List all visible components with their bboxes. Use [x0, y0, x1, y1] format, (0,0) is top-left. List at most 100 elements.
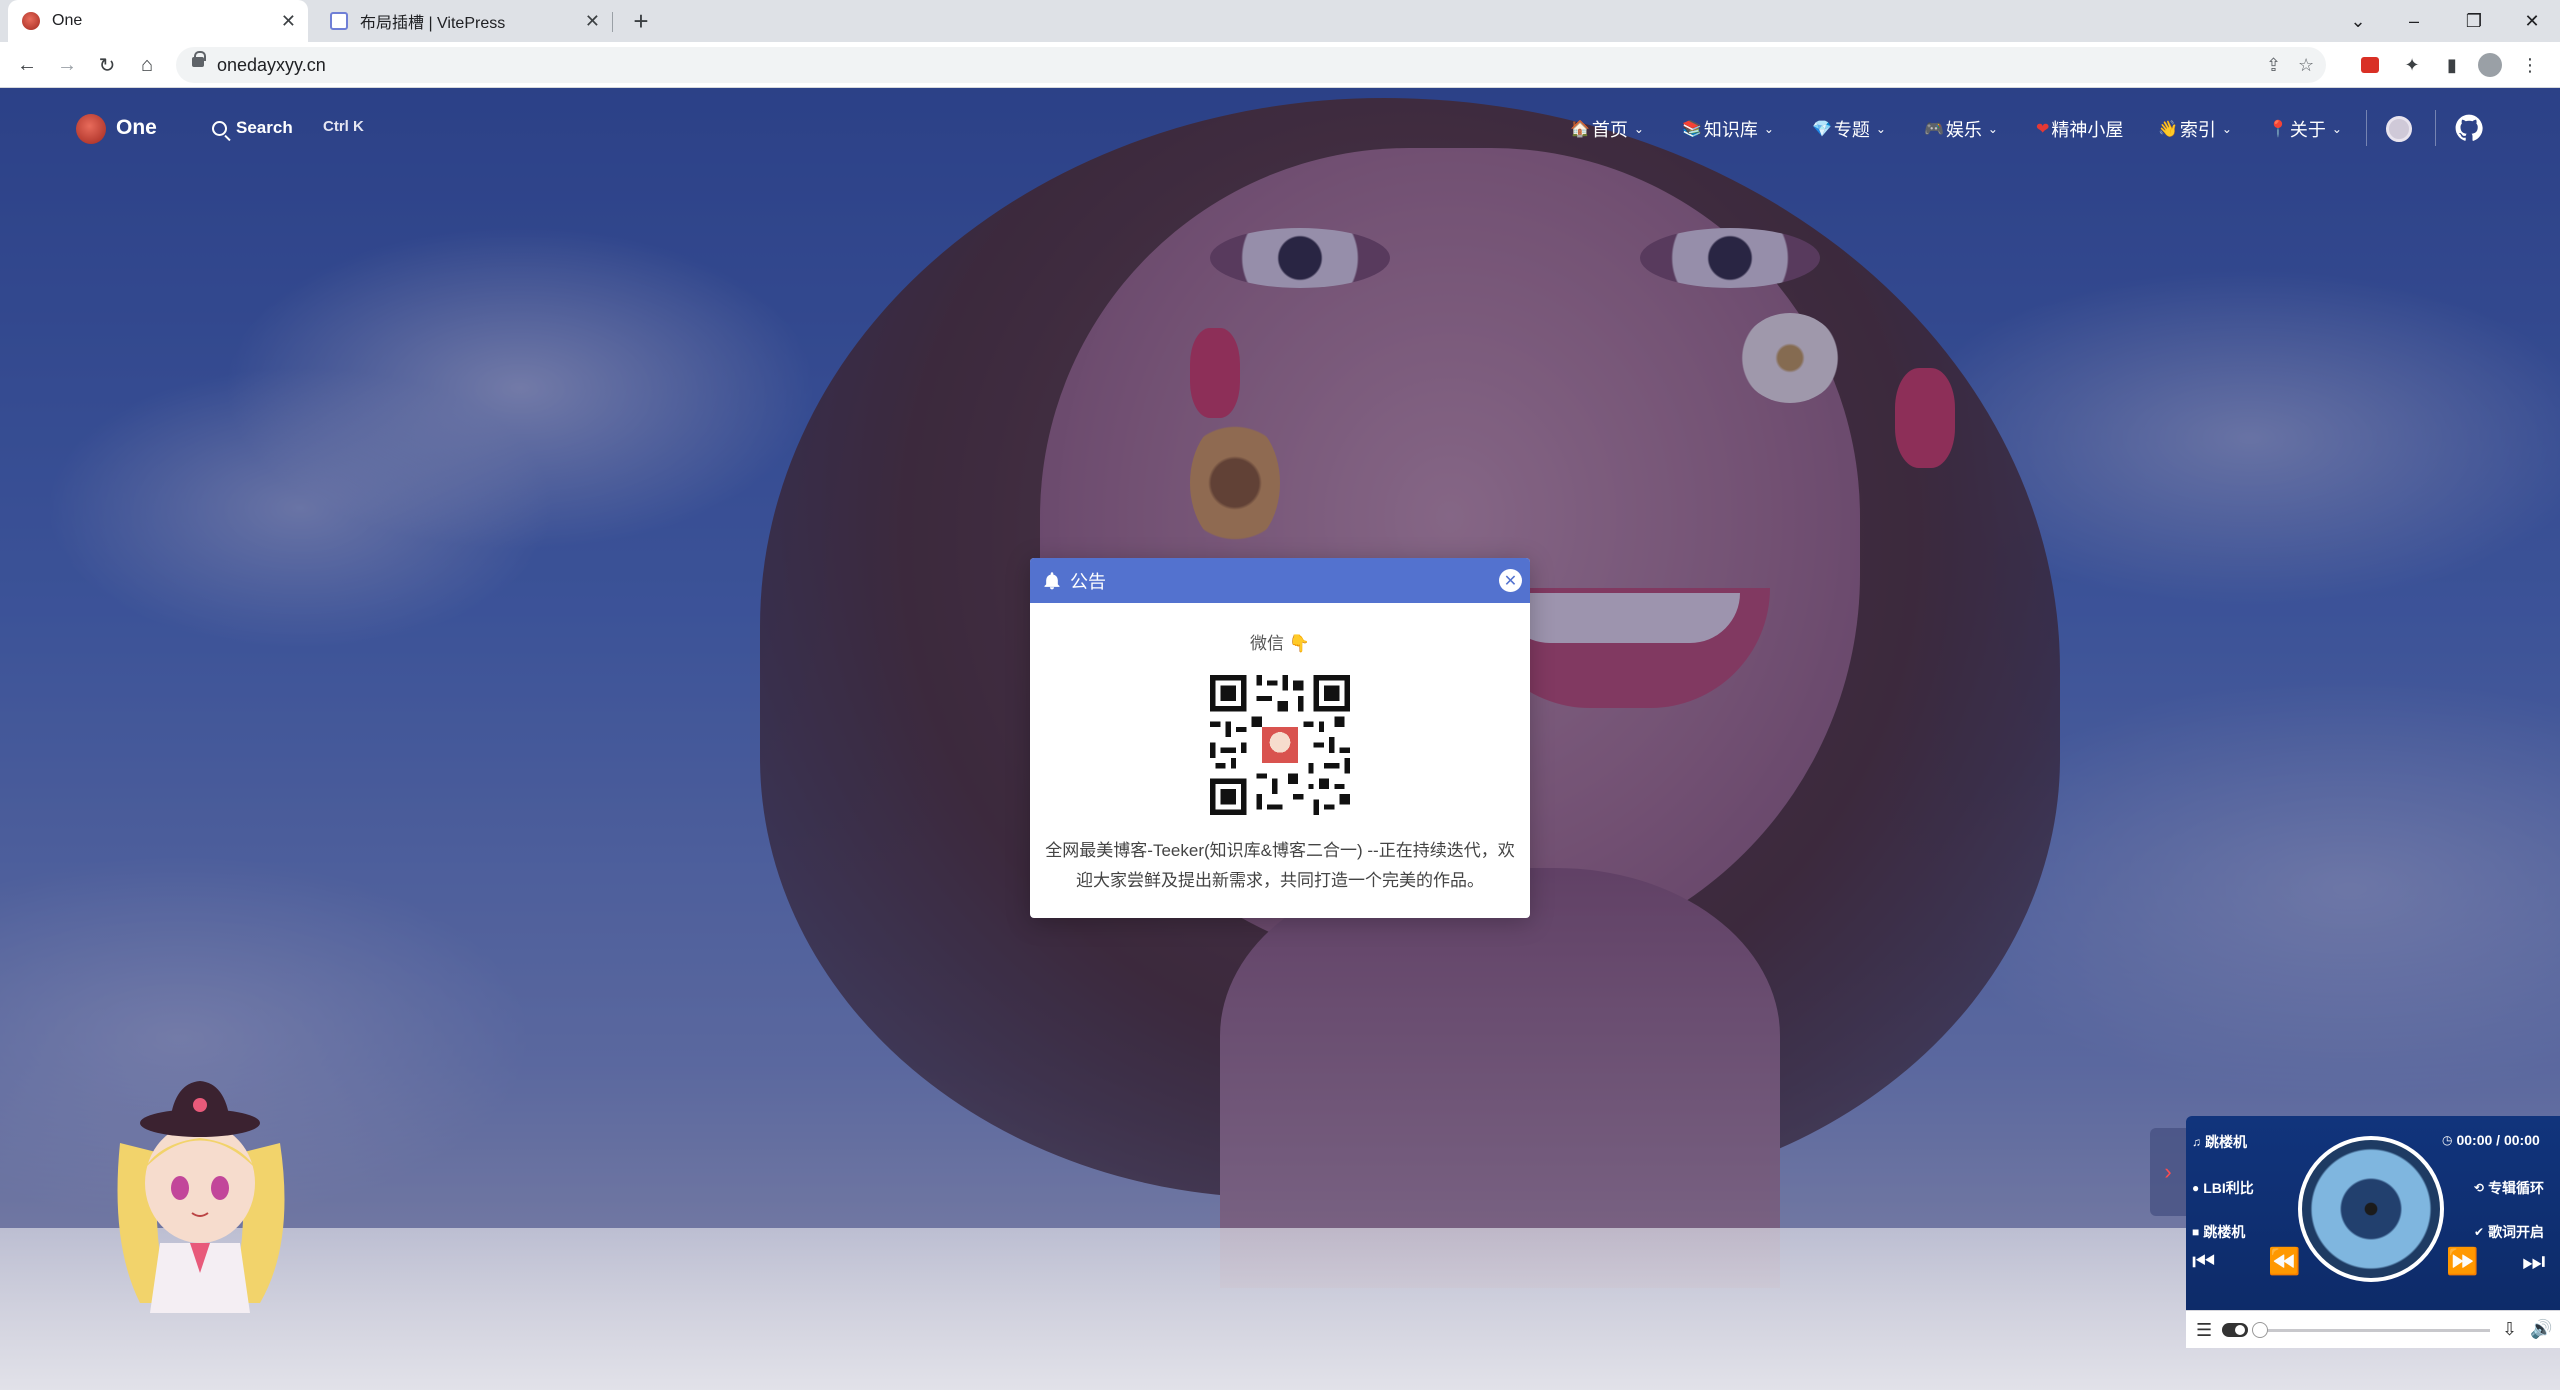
fast-forward-icon[interactable]: ⏩ [2446, 1246, 2478, 1277]
play-time: ◷ 00:00 / 00:00 [2442, 1132, 2540, 1148]
clock-icon: ◷ [2442, 1133, 2453, 1147]
player-collapse-arrow-icon[interactable]: › [2150, 1128, 2186, 1216]
playlist-icon[interactable]: ☰ [2196, 1320, 2212, 1341]
tab-one[interactable]: One ✕ [8, 0, 308, 42]
site-favicon-icon [22, 12, 40, 30]
minimize-button[interactable]: – [2386, 0, 2442, 42]
wechat-qr-code [1205, 670, 1355, 820]
notice-modal: 公告 ✕ 微信 👇 全网最美博客-Teeker(知识库&博客二合一) --正在持… [1030, 558, 1530, 918]
tab-vitepress[interactable]: 布局插槽 | VitePress ✕ [316, 0, 612, 42]
nav-knowledge[interactable]: 📚 知识库 ⌄ [1682, 116, 1774, 142]
pin-icon: 📍 [2268, 121, 2288, 138]
artist-name: ● LBI利比 [2192, 1180, 2254, 1196]
browser-menu-icon[interactable]: ⋮ [2516, 51, 2544, 79]
user-icon: ● [2192, 1181, 2200, 1195]
browser-toolbar: ← → ↻ ⌂ onedayxyy.cn ⇪ ☆ ✦ ▮ ⋮ [0, 42, 2560, 88]
progress-knob[interactable] [2252, 1322, 2268, 1338]
chevron-down-icon: ⌄ [1875, 122, 1886, 136]
chevron-down-icon: ⌄ [1633, 122, 1644, 136]
tab-title: 布局插槽 | VitePress [360, 15, 506, 32]
search-button[interactable]: Search [212, 118, 293, 138]
volume-icon[interactable]: 🔊 [2530, 1319, 2552, 1340]
music-player: ♫ 跳楼机 ● LBI利比 ■ 跳楼机 ◷ 00:00 / 00:00 ⟲ 专辑… [2186, 1116, 2560, 1310]
chevron-down-icon: ⌄ [1987, 122, 1998, 136]
theme-toggle-icon[interactable] [2386, 116, 2412, 142]
game-icon: 🎮 [1924, 121, 1944, 138]
download-icon[interactable]: ⇩ [2502, 1319, 2517, 1340]
forward-icon[interactable]: → [52, 50, 82, 80]
loop-mode-button[interactable]: ⟲ 专辑循环 [2474, 1178, 2544, 1198]
tab-search-icon[interactable]: ⌄ [2330, 0, 2386, 42]
extension-red-icon[interactable] [2356, 51, 2384, 79]
mascot-image[interactable] [100, 1073, 300, 1313]
url-text: onedayxyy.cn [217, 55, 326, 75]
nav-label: 知识库 [1703, 120, 1758, 140]
heart-icon: ❤ [2036, 121, 2050, 138]
bookmark-star-icon[interactable]: ☆ [2298, 55, 2314, 76]
lyrics-toggle[interactable]: ✔ 歌词开启 [2474, 1222, 2544, 1242]
site-title[interactable]: One [116, 116, 157, 140]
player-progress-bar: ☰ ⇩ 🔊 [2186, 1310, 2560, 1348]
share-icon[interactable]: ⇪ [2266, 55, 2281, 76]
browser-tabstrip: One ✕ 布局插槽 | VitePress ✕ + ⌄ – ❐ ✕ [0, 0, 2560, 42]
tab-title: One [52, 12, 83, 29]
search-label: Search [236, 118, 293, 137]
close-icon[interactable]: ✕ [1499, 569, 1522, 592]
nav-label: 精神小屋 [2051, 120, 2124, 140]
progress-track[interactable] [2258, 1329, 2490, 1332]
nav-home[interactable]: 🏠 首页 ⌄ [1570, 116, 1644, 142]
check-circle-icon: ✔ [2474, 1225, 2485, 1239]
album-name: ■ 跳楼机 [2192, 1224, 2246, 1240]
lock-icon [192, 51, 206, 67]
album-icon: ■ [2192, 1225, 2200, 1239]
reload-icon[interactable]: ↻ [92, 50, 122, 80]
new-tab-button[interactable]: + [626, 6, 656, 36]
notice-title: 公告 [1070, 571, 1106, 592]
books-icon: 📚 [1682, 121, 1702, 138]
restore-button[interactable]: ❐ [2446, 0, 2502, 42]
notice-header: 公告 ✕ [1030, 558, 1530, 603]
search-shortcut: Ctrl K [323, 118, 364, 135]
home-icon[interactable]: ⌂ [132, 50, 162, 80]
music-note-icon: ♫ [2192, 1135, 2201, 1149]
nav-divider [2366, 110, 2367, 146]
profile-avatar[interactable] [2476, 51, 2504, 79]
notice-body: 全网最美博客-Teeker(知识库&博客二合一) --正在持续迭代，欢迎大家尝鲜… [1045, 841, 1515, 890]
rewind-icon[interactable]: ⏪ [2268, 1246, 2300, 1277]
chevron-down-icon: ⌄ [1763, 122, 1774, 136]
gem-icon: 💎 [1812, 121, 1832, 138]
wechat-label: 微信 [1250, 634, 1285, 653]
nav-label: 索引 [2179, 120, 2216, 140]
wave-hand-icon: 👋 [2158, 121, 2178, 138]
nav-label: 首页 [1591, 120, 1628, 140]
tab-close-icon[interactable]: ✕ [585, 11, 600, 32]
nav-label: 关于 [2289, 120, 2326, 140]
pointing-down-icon: 👇 [1288, 634, 1310, 653]
extensions-puzzle-icon[interactable]: ✦ [2398, 51, 2426, 79]
nav-about[interactable]: 📍 关于 ⌄ [2268, 116, 2342, 142]
close-window-button[interactable]: ✕ [2504, 0, 2560, 42]
site-logo-icon[interactable] [76, 114, 106, 144]
nav-label: 娱乐 [1945, 120, 1982, 140]
nav-index[interactable]: 👋 索引 ⌄ [2158, 116, 2232, 142]
github-icon[interactable] [2455, 114, 2483, 142]
chevron-down-icon: ⌄ [2221, 122, 2232, 136]
nav-spirit-hut[interactable]: ❤ 精神小屋 [2036, 116, 2123, 142]
nav-entertainment[interactable]: 🎮 娱乐 ⌄ [1924, 116, 1998, 142]
tab-divider [612, 12, 613, 32]
previous-track-icon[interactable]: ⏮ [2192, 1246, 2215, 1278]
album-cover-disc[interactable] [2298, 1136, 2444, 1282]
nav-label: 专题 [1833, 120, 1870, 140]
song-title: ♫ 跳楼机 [2192, 1134, 2247, 1150]
side-panel-icon[interactable]: ▮ [2438, 51, 2466, 79]
notice-subtitle: 微信 👇 [1030, 629, 1530, 654]
vitepress-favicon-icon [330, 12, 348, 30]
nav-topics[interactable]: 💎 专题 ⌄ [1812, 116, 1886, 142]
tab-close-icon[interactable]: ✕ [281, 11, 296, 32]
nav-divider [2435, 110, 2436, 146]
back-icon[interactable]: ← [12, 50, 42, 80]
address-bar[interactable]: onedayxyy.cn ⇪ ☆ [176, 47, 2326, 83]
loop-icon: ⟲ [2474, 1181, 2485, 1195]
lyric-switch-toggle[interactable] [2222, 1323, 2248, 1337]
next-track-icon[interactable]: ⏭ [2522, 1246, 2545, 1278]
